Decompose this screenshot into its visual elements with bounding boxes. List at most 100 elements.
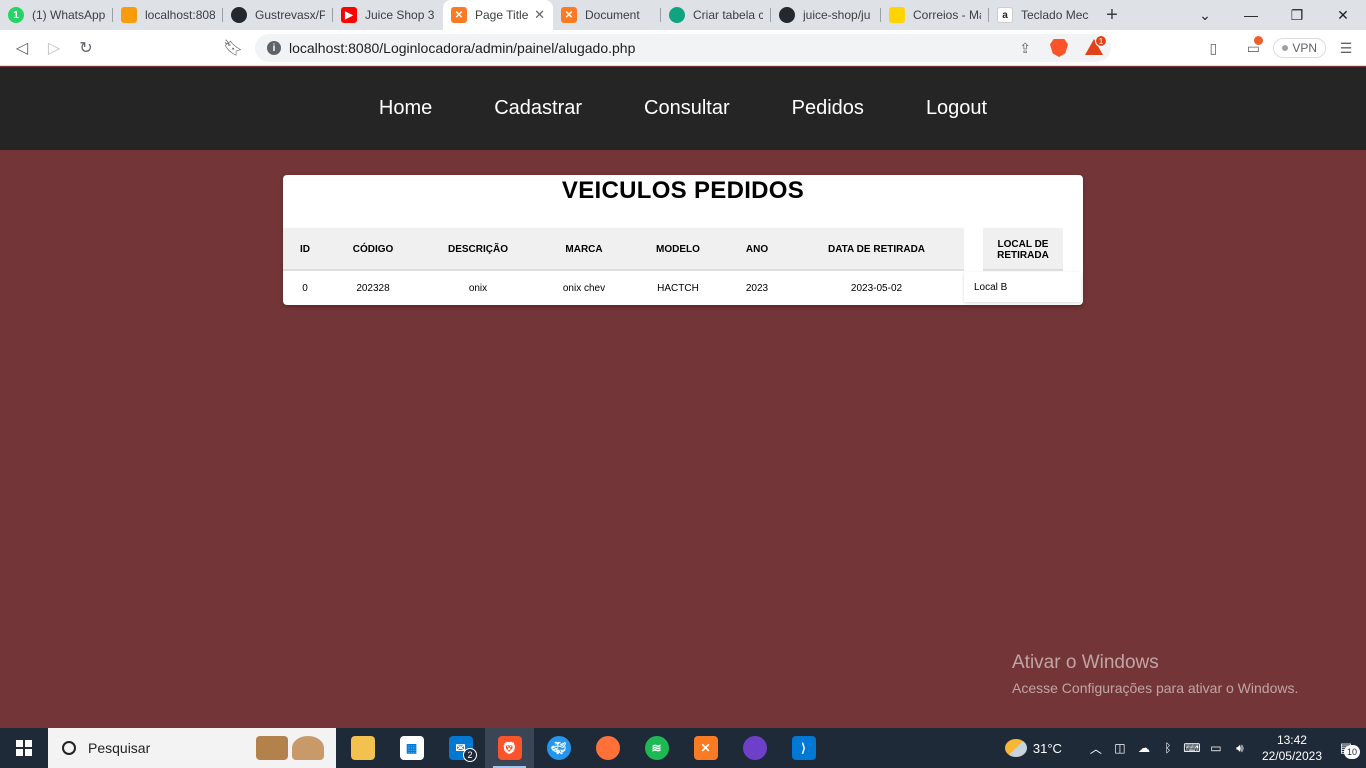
nav-cadastrar[interactable]: Cadastrar bbox=[494, 97, 582, 120]
tab-title: Correios - Ma bbox=[913, 8, 981, 22]
nav-logout[interactable]: Logout bbox=[926, 97, 987, 120]
table-header-local: LOCAL DE RETIRADA bbox=[983, 228, 1063, 271]
address-bar[interactable]: i localhost:8080/Loginlocadora/admin/pai… bbox=[255, 34, 1111, 62]
taskbar-search[interactable]: Pesquisar bbox=[48, 728, 336, 768]
nav-home[interactable]: Home bbox=[379, 97, 432, 120]
column-header-codigo: CÓDIGO bbox=[352, 244, 394, 255]
search-highlight-icon bbox=[256, 732, 328, 764]
weather-widget[interactable]: 31°C bbox=[1004, 739, 1062, 757]
tab-title: Criar tabela c bbox=[693, 8, 763, 22]
tab-chatgpt[interactable]: Criar tabela c bbox=[661, 0, 771, 30]
tab-title: Gustrevasx/Pr bbox=[255, 8, 325, 22]
share-icon[interactable]: ⇪ bbox=[1019, 40, 1031, 57]
xampp-app[interactable]: ✕ bbox=[681, 728, 730, 768]
column-header-local-retirada: LOCAL DE RETIRADA bbox=[997, 238, 1049, 261]
cell-local-retirada: Local B bbox=[964, 272, 1081, 302]
tab-github-juice-shop[interactable]: juice-shop/ju bbox=[771, 0, 881, 30]
wallet-icon[interactable]: ▭ bbox=[1233, 35, 1273, 57]
spotify-app[interactable]: ≋ bbox=[632, 728, 681, 768]
keyboard-icon[interactable]: ⌨ bbox=[1180, 741, 1204, 755]
xampp-icon: ✕ bbox=[451, 7, 467, 23]
mail-app[interactable]: ✉ 2 bbox=[436, 728, 485, 768]
bluetooth-icon[interactable]: ᛒ bbox=[1156, 741, 1180, 755]
folder-icon bbox=[350, 736, 375, 760]
wallet-notification-dot bbox=[1254, 35, 1264, 45]
vscode-app[interactable]: ⟩ bbox=[779, 728, 828, 768]
extension-area bbox=[1111, 30, 1181, 66]
column-header-descricao: DESCRIÇÃO bbox=[447, 244, 508, 255]
browser-toolbar: ◁ ▷ ↻ 🔖︎ i localhost:8080/Loginlocadora/… bbox=[0, 30, 1366, 66]
file-explorer-app[interactable] bbox=[338, 728, 387, 768]
onedrive-icon[interactable]: ☁ bbox=[1132, 741, 1156, 755]
tab-search-icon[interactable]: ⌄ bbox=[1182, 0, 1228, 30]
brave-rewards-icon[interactable]: 1 bbox=[1085, 35, 1107, 55]
tab-correios[interactable]: Correios - Ma bbox=[881, 0, 989, 30]
column-header-id: ID bbox=[300, 244, 310, 255]
tab-title: Document bbox=[585, 8, 640, 22]
window-controls: ⌄ — ❐ ✕ bbox=[1182, 0, 1366, 30]
clock-time: 13:42 bbox=[1276, 733, 1307, 747]
menu-icon[interactable]: ☰ bbox=[1326, 40, 1366, 57]
tab-document[interactable]: ✕ Document bbox=[553, 0, 661, 30]
store-icon: ▦ bbox=[399, 736, 424, 760]
close-tab-icon[interactable]: ✕ bbox=[534, 7, 545, 23]
restore-button[interactable]: ❐ bbox=[1274, 0, 1320, 30]
url-text[interactable]: localhost:8080/Loginlocadora/admin/paine… bbox=[289, 40, 635, 56]
chevron-up-icon[interactable]: ︿ bbox=[1084, 740, 1108, 757]
youtube-icon: ▶ bbox=[341, 7, 357, 23]
site-info-icon[interactable]: i bbox=[267, 41, 281, 55]
forward-icon[interactable]: ▷ bbox=[38, 32, 70, 64]
system-tray: 31°C ︿ ◫ ☁ ᛒ ⌨ ▭ 🔊︎ 13:42 22/05/2023 ▤ 1… bbox=[1004, 728, 1366, 768]
rewards-badge: 1 bbox=[1095, 35, 1107, 47]
nav-consultar[interactable]: Consultar bbox=[644, 97, 730, 120]
windows-logo-icon bbox=[16, 740, 32, 756]
search-placeholder: Pesquisar bbox=[88, 740, 151, 756]
notification-center-button[interactable]: ▤ 10 bbox=[1332, 737, 1360, 759]
brave-app[interactable]: 🦁︎ bbox=[485, 728, 534, 768]
tab-phpmyadmin[interactable]: localhost:8080 bbox=[113, 0, 223, 30]
tab-title: Page Title bbox=[475, 8, 529, 22]
chatgpt-icon bbox=[669, 7, 685, 23]
back-icon[interactable]: ◁ bbox=[6, 32, 38, 64]
minimize-button[interactable]: — bbox=[1228, 0, 1274, 30]
close-window-button[interactable]: ✕ bbox=[1320, 0, 1366, 30]
vpn-label: VPN bbox=[1292, 41, 1317, 55]
new-tab-button[interactable]: + bbox=[1097, 4, 1127, 27]
xampp-icon: ✕ bbox=[693, 736, 718, 760]
tab-title: localhost:8080 bbox=[145, 8, 215, 22]
site-nav: Home Cadastrar Consultar Pedidos Logout bbox=[0, 67, 1366, 150]
store-app[interactable]: ▦ bbox=[387, 728, 436, 768]
column-header-marca: MARCA bbox=[565, 244, 603, 255]
tab-page-title[interactable]: ✕ Page Title ✕ bbox=[443, 0, 553, 30]
start-button[interactable] bbox=[0, 728, 48, 768]
bookmark-icon[interactable]: 🔖︎ bbox=[217, 32, 249, 64]
github-desktop-app[interactable] bbox=[730, 728, 779, 768]
tab-whatsapp[interactable]: 1 (1) WhatsApp bbox=[0, 0, 113, 30]
windows-activation-watermark: Ativar o Windows Acesse Configurações pa… bbox=[1012, 652, 1298, 696]
notification-count: 10 bbox=[1344, 745, 1360, 759]
reload-icon[interactable]: ↻ bbox=[70, 32, 102, 64]
spotify-icon: ≋ bbox=[644, 736, 669, 760]
docker-app[interactable]: 🐳︎ bbox=[534, 728, 583, 768]
whatsapp-icon: 1 bbox=[8, 7, 24, 23]
network-icon[interactable]: ▭ bbox=[1204, 741, 1228, 755]
tab-youtube-juice-shop[interactable]: ▶ Juice Shop 3.2 bbox=[333, 0, 443, 30]
vpn-button[interactable]: VPN bbox=[1273, 38, 1326, 58]
sidebar-icon[interactable]: ▯ bbox=[1193, 40, 1233, 57]
tab-title: juice-shop/ju bbox=[803, 8, 871, 22]
vpn-status-icon bbox=[1282, 45, 1289, 51]
camera-icon[interactable]: ◫ bbox=[1108, 741, 1132, 755]
cell-modelo: HACTCH bbox=[657, 282, 699, 294]
browser-tab-strip: 1 (1) WhatsApp localhost:8080 Gustrevasx… bbox=[0, 0, 1366, 30]
nav-pedidos[interactable]: Pedidos bbox=[792, 97, 864, 120]
firefox-app[interactable] bbox=[583, 728, 632, 768]
cell-descricao: onix bbox=[468, 282, 488, 294]
tab-github-gustrevasx[interactable]: Gustrevasx/Pr bbox=[223, 0, 333, 30]
clock[interactable]: 13:42 22/05/2023 bbox=[1262, 732, 1322, 764]
firefox-icon bbox=[595, 736, 620, 760]
cell-id: 0 bbox=[302, 282, 308, 294]
github-icon bbox=[779, 7, 795, 23]
tab-amazon[interactable]: a Teclado Mecâ bbox=[989, 0, 1097, 30]
volume-icon[interactable]: 🔊︎ bbox=[1228, 741, 1252, 756]
cell-marca: onix chev bbox=[562, 282, 606, 294]
